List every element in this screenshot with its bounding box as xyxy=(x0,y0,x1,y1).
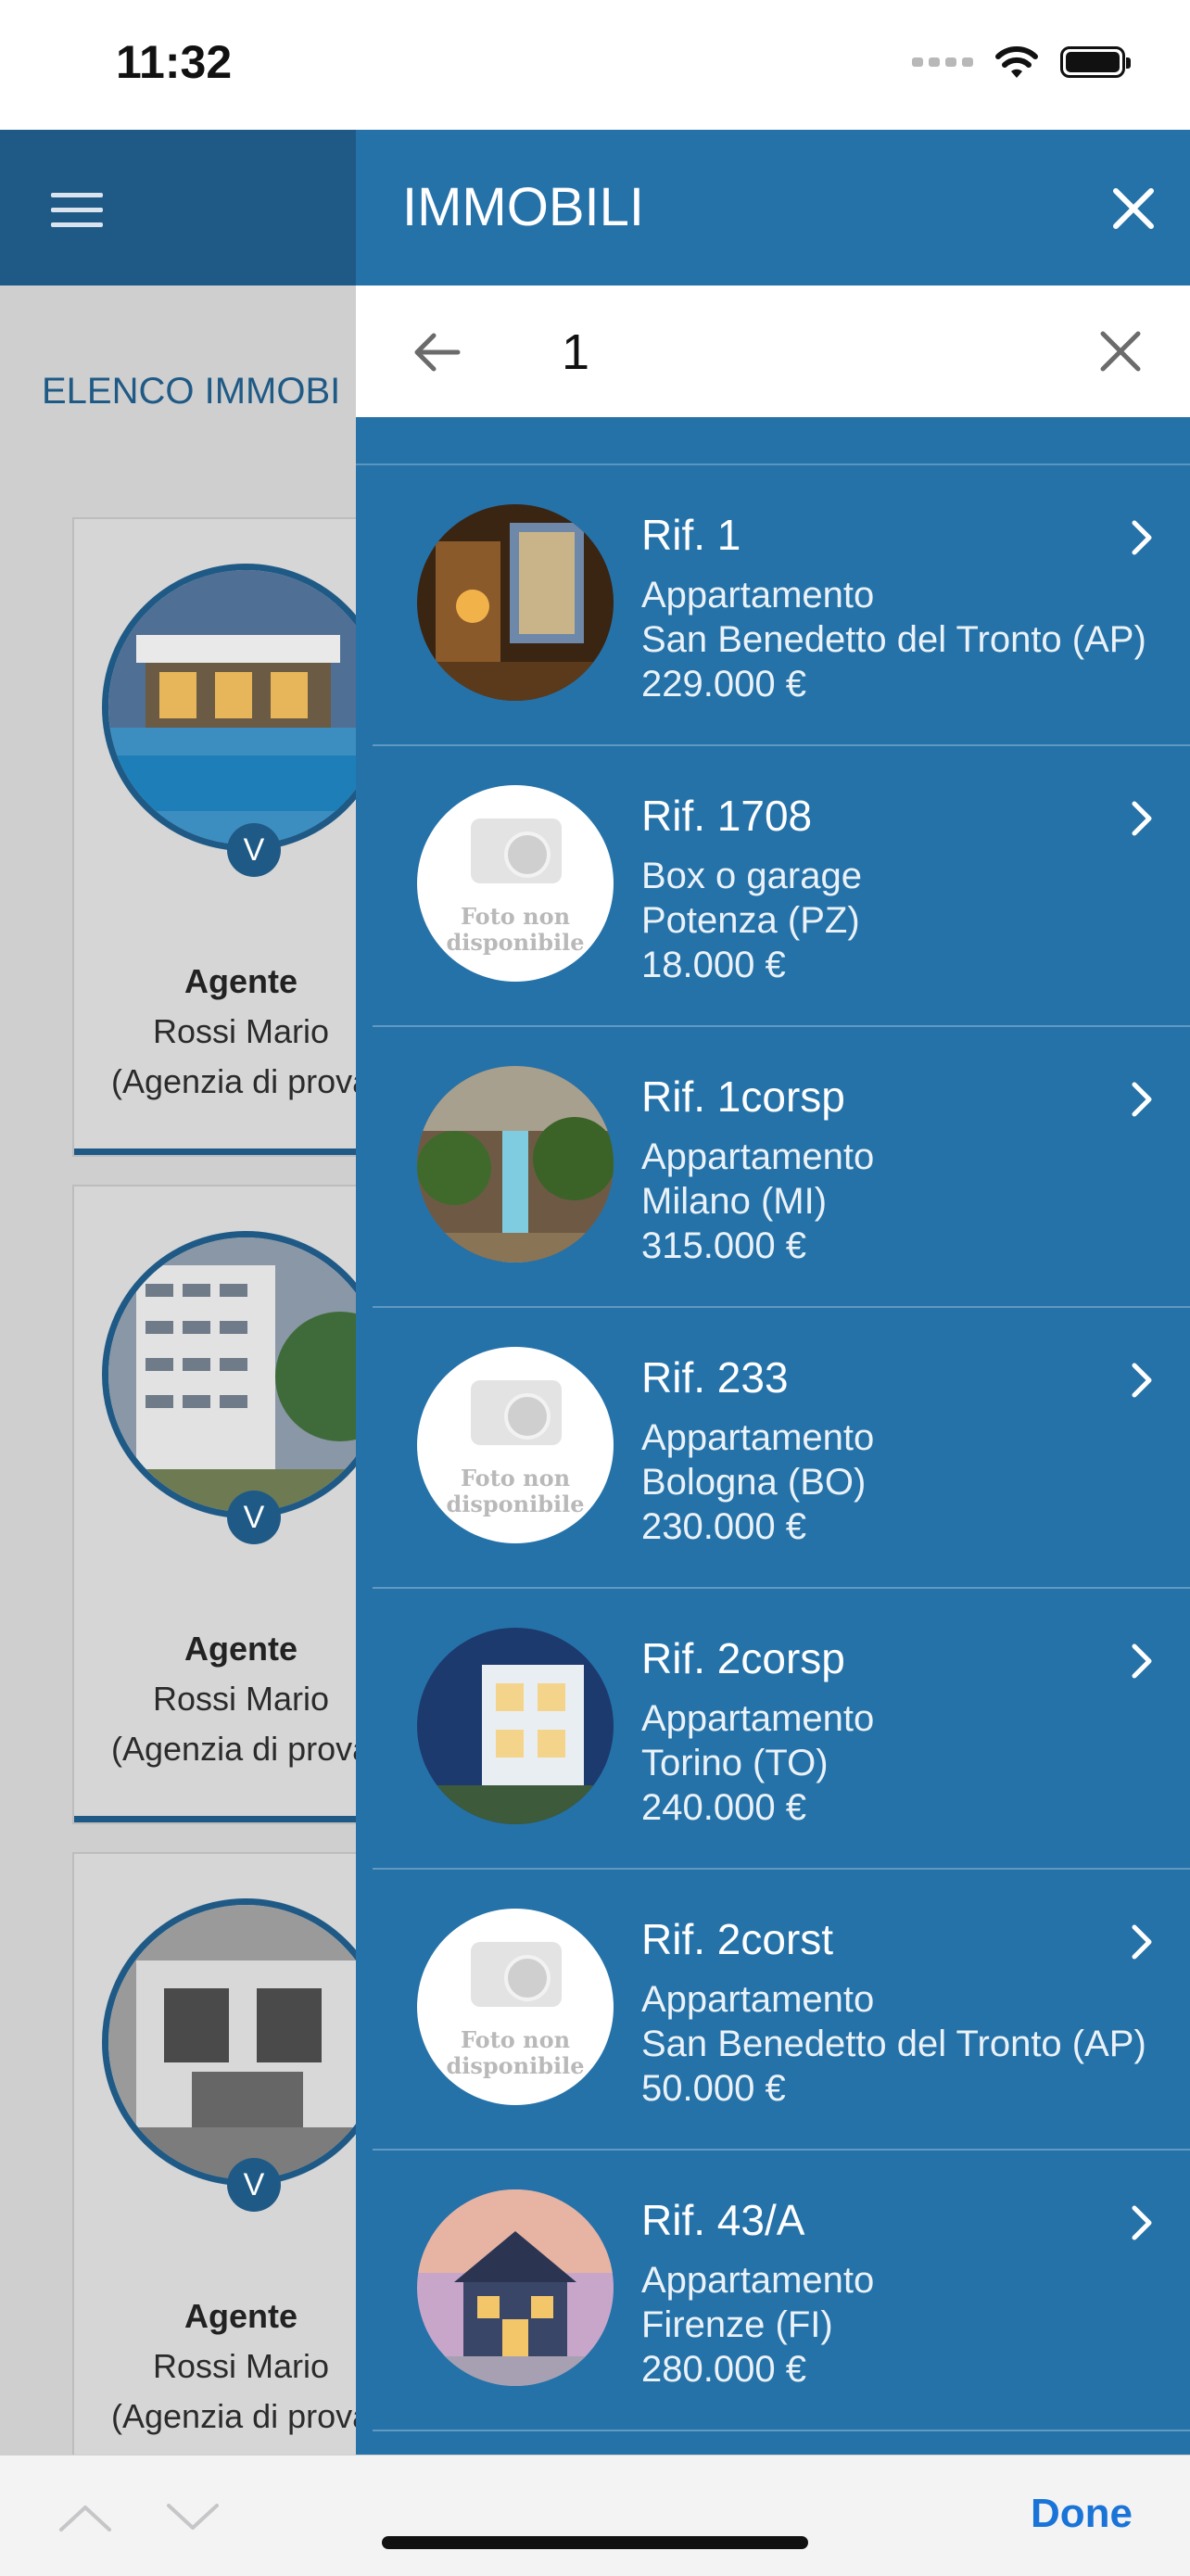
property-price: 240.000 € xyxy=(641,1787,806,1828)
property-type: Box o garage xyxy=(641,856,862,896)
keyboard-accessory-bar: Done xyxy=(0,2455,1190,2576)
verified-badge: V xyxy=(227,823,281,877)
chevron-right-icon xyxy=(1132,1924,1152,1960)
chevron-right-icon xyxy=(1132,2205,1152,2240)
chevron-right-icon xyxy=(1132,1363,1152,1398)
property-photo xyxy=(102,1898,389,2186)
hamburger-icon[interactable] xyxy=(51,193,103,227)
search-input[interactable] xyxy=(560,311,1045,393)
property-photo xyxy=(102,1231,389,1518)
no-photo-placeholder: Foto non disponibile xyxy=(417,1347,614,1543)
property-location: San Benedetto del Tronto (AP) xyxy=(641,2024,1146,2064)
property-price: 315.000 € xyxy=(641,1225,806,1266)
list-item[interactable]: Rif. 1 Appartamento San Benedetto del Tr… xyxy=(373,465,1190,746)
property-ref: Rif. 2corst xyxy=(641,1915,834,1963)
no-photo-placeholder: Foto non disponibile xyxy=(417,1909,614,2105)
property-type: Appartamento xyxy=(641,1698,875,1739)
done-button[interactable]: Done xyxy=(1031,2491,1133,2537)
property-ref: Rif. 1corsp xyxy=(641,1072,845,1121)
no-photo-text: Foto non disponibile xyxy=(446,903,585,956)
card-underline xyxy=(74,1816,367,1822)
agency-name: (Agenzia di prova xyxy=(111,2397,372,2435)
property-type: Appartamento xyxy=(641,1979,875,2020)
chevron-right-icon xyxy=(1132,1082,1152,1117)
wifi-icon xyxy=(995,46,1038,78)
property-ref: Rif. 1 xyxy=(641,511,741,559)
list-item[interactable]: Rif. 43/A Appartamento Firenze (FI) 280.… xyxy=(373,2151,1190,2431)
search-bar xyxy=(356,286,1190,417)
property-type: Appartamento xyxy=(641,1136,875,1177)
no-photo-placeholder: Foto non disponibile xyxy=(417,785,614,982)
property-price: 18.000 € xyxy=(641,945,786,985)
no-photo-text: Foto non disponibile xyxy=(446,2026,585,2079)
property-card[interactable]: V Agente Rossi Mario (Agenzia di prova xyxy=(72,517,389,1157)
list-item[interactable]: Foto non disponibile Rif. 233 Appartamen… xyxy=(373,1308,1190,1589)
property-location: Torino (TO) xyxy=(641,1743,829,1783)
status-time: 11:32 xyxy=(116,36,233,88)
property-card[interactable]: V Agente Rossi Mario (Agenzia di prova xyxy=(72,1852,389,2482)
back-arrow-icon[interactable] xyxy=(410,326,462,378)
property-location: Firenze (FI) xyxy=(641,2304,833,2345)
drawer-header: IMMOBILI xyxy=(356,130,1190,286)
property-location: San Benedetto del Tronto (AP) xyxy=(641,619,1146,660)
list-item[interactable]: Foto non disponibile Rif. 1708 Box o gar… xyxy=(373,746,1190,1027)
property-thumbnail xyxy=(417,1628,614,1824)
agency-name: (Agenzia di prova xyxy=(111,1730,372,1768)
signal-icon xyxy=(912,57,973,67)
property-ref: Rif. 233 xyxy=(641,1353,789,1402)
camera-icon xyxy=(471,818,562,883)
property-ref: Rif. 43/A xyxy=(641,2196,805,2244)
camera-icon xyxy=(471,1942,562,2007)
property-card[interactable]: V Agente Rossi Mario (Agenzia di prova xyxy=(72,1185,389,1824)
property-thumbnail xyxy=(417,2189,614,2386)
property-price: 230.000 € xyxy=(641,1506,806,1547)
card-underline xyxy=(74,1148,367,1155)
property-ref: Rif. 1708 xyxy=(641,792,813,840)
property-type: Appartamento xyxy=(641,1417,875,1458)
clear-icon[interactable] xyxy=(1097,328,1144,374)
status-bar: 11:32 xyxy=(0,0,1190,130)
agency-name: (Agenzia di prova xyxy=(111,1062,372,1100)
property-type: Appartamento xyxy=(641,575,875,615)
chevron-right-icon xyxy=(1132,520,1152,555)
property-photo xyxy=(102,564,389,851)
list-divider xyxy=(356,417,1190,465)
property-thumbnail xyxy=(417,1066,614,1263)
chevron-right-icon xyxy=(1132,1643,1152,1679)
property-price: 280.000 € xyxy=(641,2349,806,2390)
section-title: ELENCO IMMOBI xyxy=(42,371,341,412)
list-item[interactable]: Rif. 2corsp Appartamento Torino (TO) 240… xyxy=(373,1589,1190,1870)
camera-icon xyxy=(471,1380,562,1445)
property-ref: Rif. 2corsp xyxy=(641,1634,845,1682)
verified-badge: V xyxy=(227,2158,281,2212)
verified-badge: V xyxy=(227,1491,281,1544)
property-type: Appartamento xyxy=(641,2260,875,2301)
home-indicator xyxy=(382,2536,808,2549)
property-location: Bologna (BO) xyxy=(641,1462,867,1503)
chevron-down-icon[interactable] xyxy=(165,2502,221,2533)
list-item[interactable]: Rif. 1corsp Appartamento Milano (MI) 315… xyxy=(373,1027,1190,1308)
drawer-title: IMMOBILI xyxy=(402,177,645,237)
chevron-right-icon xyxy=(1132,801,1152,836)
property-price: 229.000 € xyxy=(641,664,806,704)
property-thumbnail xyxy=(417,504,614,701)
status-icons xyxy=(912,44,1131,80)
list-item[interactable]: Foto non disponibile Rif. 2corst Apparta… xyxy=(373,1870,1190,2151)
chevron-up-icon[interactable] xyxy=(57,2502,113,2533)
property-search-drawer: IMMOBILI Rif. 1 Appartamento San xyxy=(356,130,1190,2455)
property-location: Potenza (PZ) xyxy=(641,900,860,941)
no-photo-text: Foto non disponibile xyxy=(446,1465,585,1517)
property-location: Milano (MI) xyxy=(641,1181,828,1222)
battery-icon xyxy=(1060,46,1131,78)
property-price: 50.000 € xyxy=(641,2068,786,2109)
close-icon[interactable] xyxy=(1110,185,1157,232)
